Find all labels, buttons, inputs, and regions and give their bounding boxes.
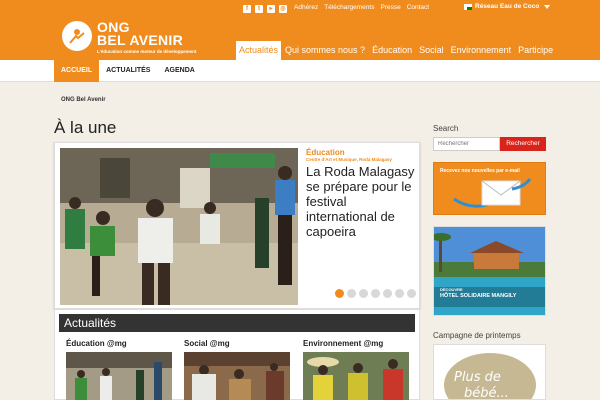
top-links: Adhérez Téléchargements Presse Contact xyxy=(294,4,429,11)
environnement-image[interactable] xyxy=(303,352,409,400)
main-nav: Actualités Qui sommes nous ? Éducation S… xyxy=(236,41,557,60)
site-header: ONG BEL AVENIR L'éducation comme moteur … xyxy=(0,0,600,60)
slider-dot[interactable] xyxy=(359,289,368,298)
facebook-icon[interactable]: f xyxy=(243,5,251,13)
sub-nav: ACCUEIL ACTUALITÉS AGENDA xyxy=(0,60,600,82)
top-link-contact[interactable]: Contact xyxy=(407,4,429,11)
svg-text:Plus de: Plus de xyxy=(454,370,501,385)
nav-qui-sommes-nous[interactable]: Qui sommes nous ? xyxy=(282,41,368,60)
page-title: À la une xyxy=(54,118,117,137)
youtube-icon[interactable]: ▸ xyxy=(267,5,275,13)
slider-dot[interactable] xyxy=(335,289,344,298)
breadcrumb[interactable]: ONG Bel Avenir xyxy=(61,97,106,103)
chevron-down-icon xyxy=(544,4,551,9)
slide-subcategory[interactable]: Centre d'Art et Musique, Roda Malagasy xyxy=(306,157,392,162)
madagascar-flag-icon xyxy=(464,3,472,10)
envelope-icon xyxy=(453,178,532,208)
actualites-heading: Actualités xyxy=(64,316,117,330)
hotel-image xyxy=(434,227,545,315)
social-image[interactable] xyxy=(184,352,290,400)
slide-image[interactable] xyxy=(60,148,298,305)
slider-pagination xyxy=(335,289,416,298)
top-link-adherez[interactable]: Adhérez xyxy=(294,4,318,11)
column-title-environnement[interactable]: Environnement @mg xyxy=(303,339,383,348)
subnav-accueil[interactable]: ACCUEIL xyxy=(54,60,100,82)
instagram-icon[interactable]: ◎ xyxy=(279,5,287,13)
hotel-caption: HÔTEL SOLIDAIRE MANGILY xyxy=(440,293,517,299)
hotel-banner[interactable]: DÉCOUVRE HÔTEL SOLIDAIRE MANGILY xyxy=(433,226,546,316)
logo-icon[interactable] xyxy=(62,21,92,51)
nav-actualites[interactable]: Actualités xyxy=(236,41,282,60)
search-input[interactable] xyxy=(433,137,500,151)
search-button[interactable]: Rechercher xyxy=(500,137,546,151)
slider-dot[interactable] xyxy=(395,289,404,298)
slider-dot[interactable] xyxy=(347,289,356,298)
top-link-presse[interactable]: Presse xyxy=(380,4,400,11)
nav-social[interactable]: Social xyxy=(416,41,447,60)
svg-text:bébé...: bébé... xyxy=(464,386,509,400)
education-image[interactable] xyxy=(66,352,172,400)
nav-education[interactable]: Éducation xyxy=(369,41,415,60)
column-title-social[interactable]: Social @mg xyxy=(184,339,230,348)
hotel-caption-small: DÉCOUVRE xyxy=(440,287,463,292)
logo-tagline: L'éducation comme moteur de développemen… xyxy=(97,49,197,54)
newsletter-banner[interactable]: Recevez nos nouvelles par e-mail xyxy=(433,162,546,215)
slider-dot[interactable] xyxy=(407,289,416,298)
nav-environnement[interactable]: Environnement xyxy=(448,41,515,60)
reseau-dropdown[interactable]: Réseau Eau de Coco xyxy=(464,3,551,10)
top-link-telechargements[interactable]: Téléchargements xyxy=(324,4,374,11)
slide-category[interactable]: Éducation xyxy=(306,148,345,157)
social-links: f t ▸ ◎ xyxy=(243,4,291,14)
subnav-agenda[interactable]: AGENDA xyxy=(157,60,201,82)
slide-title[interactable]: La Roda Malagasy se prépare pour le fest… xyxy=(306,164,416,239)
campagne-banner[interactable]: Plus de bébé... xyxy=(433,344,546,400)
slider-dot[interactable] xyxy=(371,289,380,298)
slider-dot[interactable] xyxy=(383,289,392,298)
search-heading: Search xyxy=(433,124,459,133)
logo-text[interactable]: ONG BEL AVENIR xyxy=(97,20,183,47)
newsletter-text: Recevez nos nouvelles par e-mail xyxy=(440,168,520,174)
nav-participe[interactable]: Participe xyxy=(515,41,556,60)
column-title-education[interactable]: Éducation @mg xyxy=(66,339,127,348)
featured-slider: Éducation Centre d'Art et Musique, Roda … xyxy=(54,142,420,309)
subnav-actualites[interactable]: ACTUALITÉS xyxy=(99,60,157,82)
campagne-heading: Campagne de printemps xyxy=(433,331,521,340)
campagne-image: Plus de bébé... xyxy=(444,353,536,400)
twitter-icon[interactable]: t xyxy=(255,5,263,13)
